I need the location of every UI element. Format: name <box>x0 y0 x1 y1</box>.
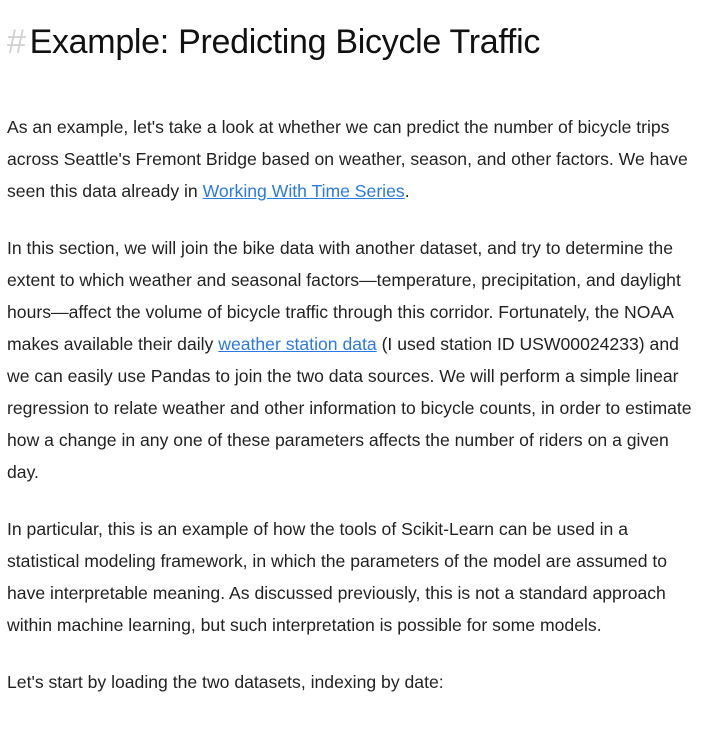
paragraph-section: In this section, we will join the bike d… <box>7 232 701 488</box>
document-body: # Example: Predicting Bicycle Traffic As … <box>7 0 701 698</box>
paragraph-particular: In particular, this is an example of how… <box>7 519 668 635</box>
paragraph-text: (I used station ID USW00024233) and we c… <box>7 334 692 482</box>
paragraph-intro: As an example, let's take a look at whet… <box>7 111 701 207</box>
section-title: Example: Predicting Bicycle Traffic <box>29 23 541 61</box>
paragraph-text: . <box>404 181 410 201</box>
paragraph-loading: Let's start by loading the two datasets,… <box>7 672 444 692</box>
time-series-link[interactable]: Working With Time Series <box>203 181 405 201</box>
anchor-hash[interactable]: # <box>7 23 26 61</box>
weather-station-link[interactable]: weather station data <box>218 334 376 354</box>
section-heading: # Example: Predicting Bicycle Traffic <box>7 0 701 64</box>
